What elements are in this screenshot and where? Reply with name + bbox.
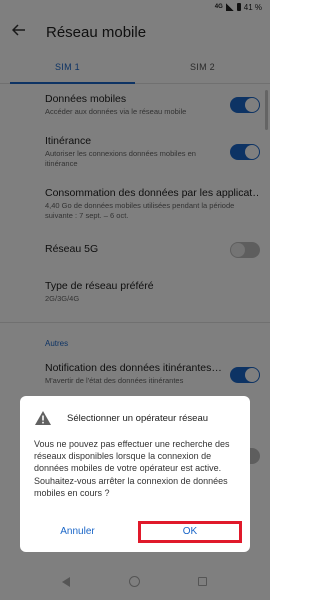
nav-back-icon[interactable]: [62, 577, 70, 587]
ok-button[interactable]: OK: [138, 521, 242, 543]
nav-home-icon[interactable]: [129, 576, 140, 587]
system-nav-bar: [0, 565, 270, 600]
select-operator-dialog: Sélectionner un opérateur réseau Vous ne…: [20, 396, 250, 552]
dialog-title: Sélectionner un opérateur réseau: [67, 413, 209, 424]
cancel-button[interactable]: Annuler: [40, 521, 115, 543]
warning-icon: [34, 410, 52, 426]
nav-recent-apps-icon[interactable]: [198, 577, 207, 586]
dialog-message: Vous ne pouvez pas effectuer une recherc…: [34, 439, 230, 498]
